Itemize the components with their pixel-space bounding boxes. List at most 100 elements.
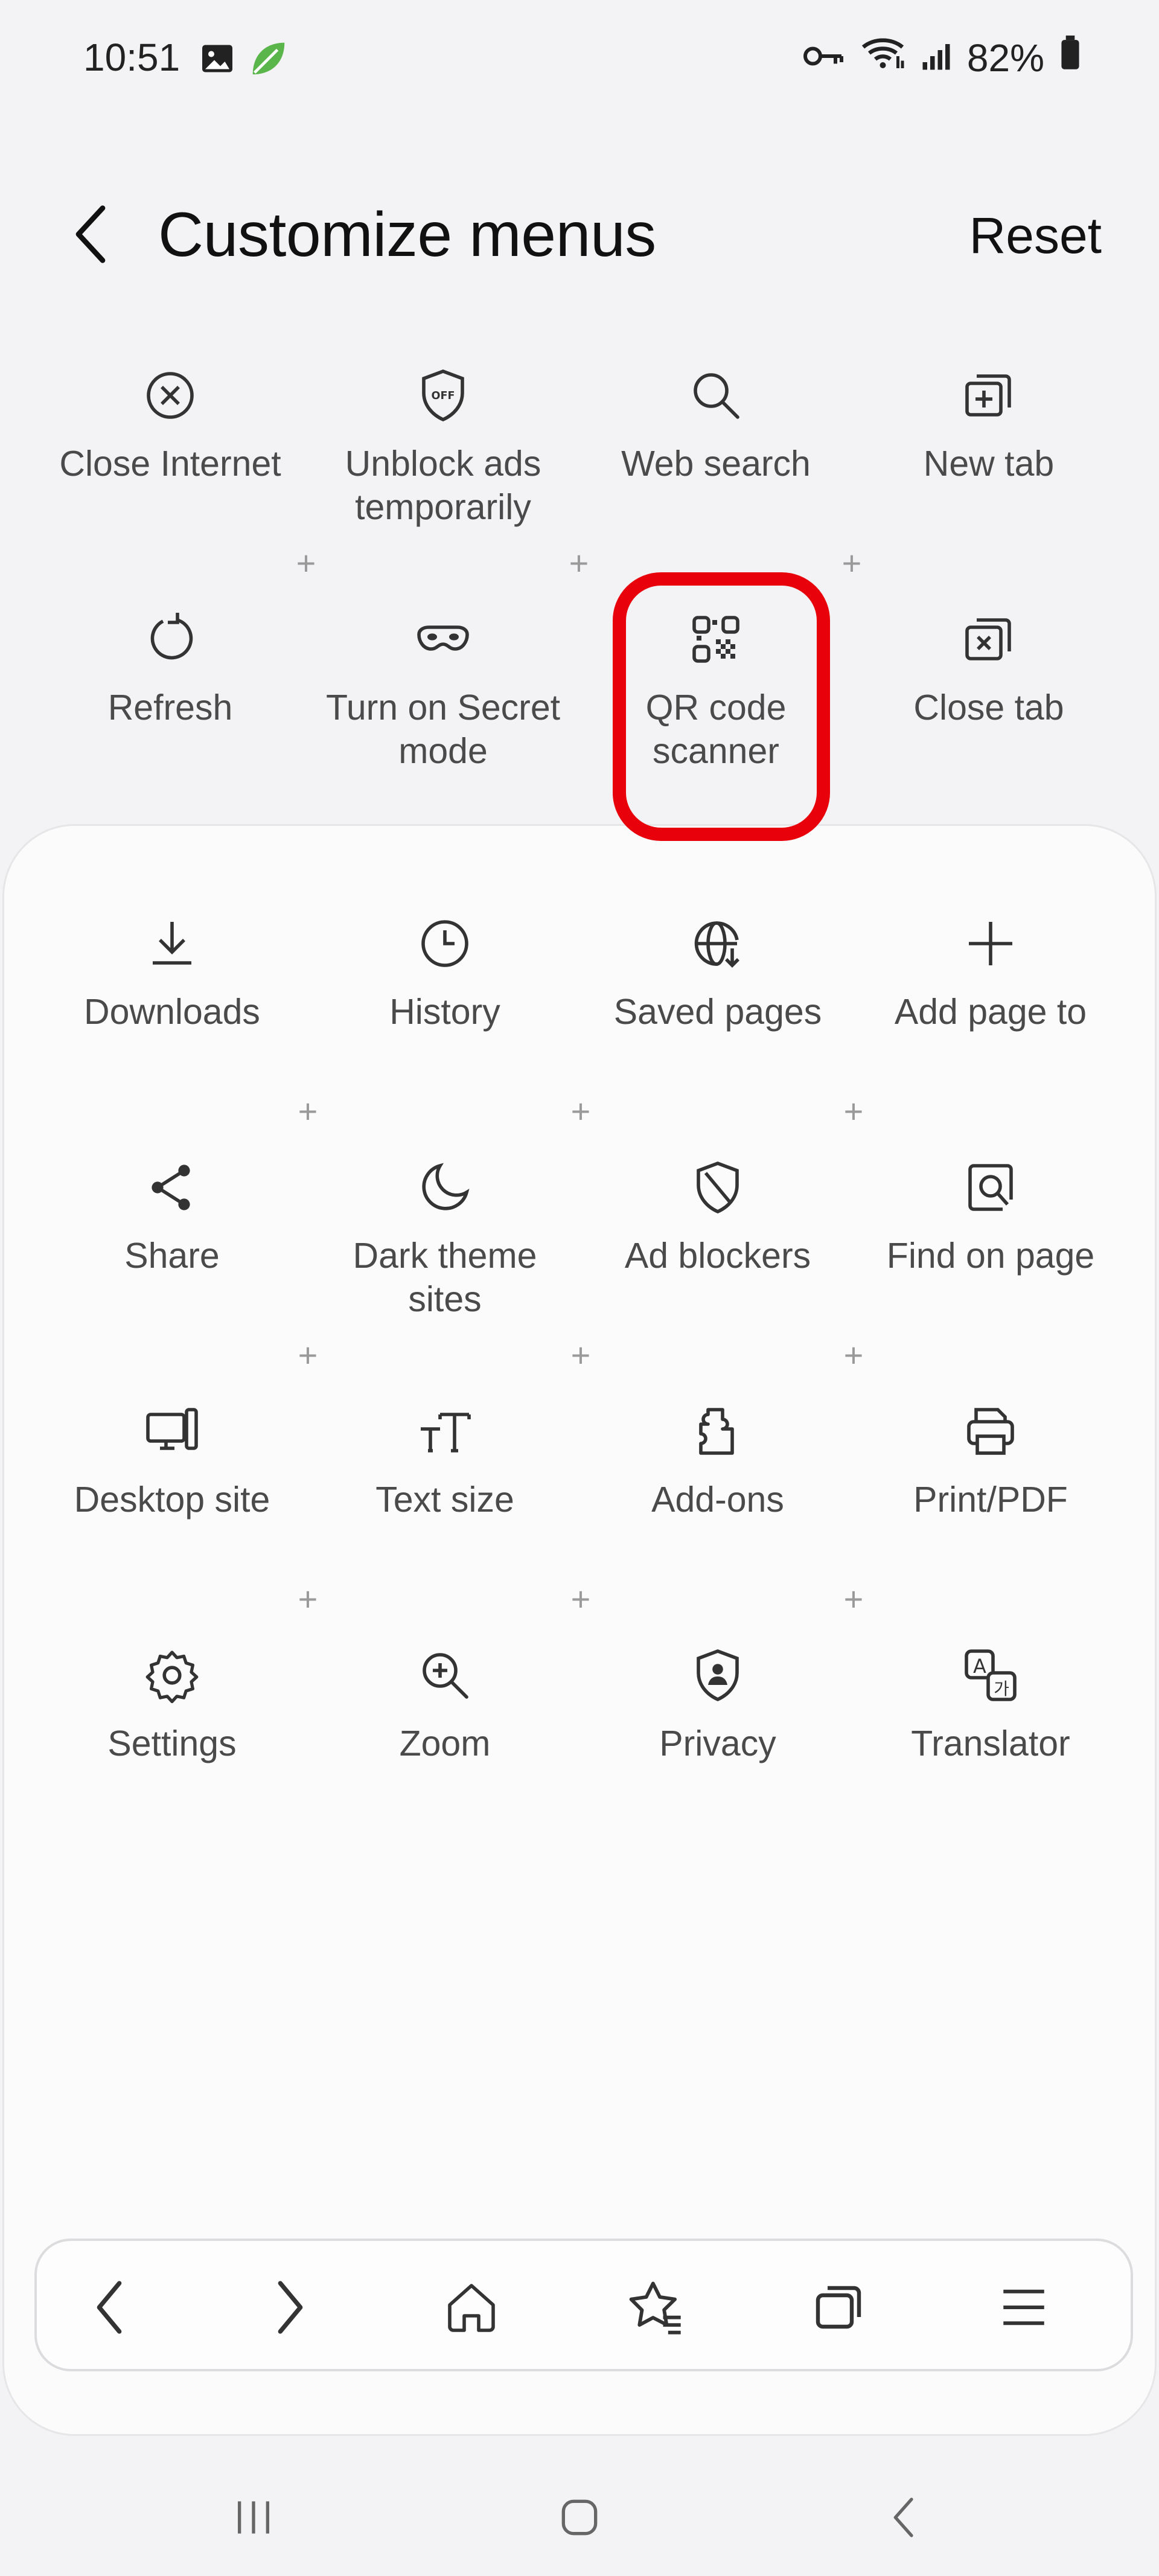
- zoom-in-icon: [423, 1653, 468, 1699]
- item-find-on-page[interactable]: Find on page: [854, 1154, 1127, 1384]
- back-button[interactable]: [60, 204, 121, 264]
- item-history[interactable]: History: [308, 910, 581, 1140]
- item-zoom[interactable]: Zoom: [308, 1642, 581, 1871]
- home-nav-icon: [561, 2499, 598, 2536]
- new-tab-icon: [965, 374, 1011, 417]
- item-label: Privacy: [659, 1724, 776, 1763]
- printer-icon: [967, 1408, 1014, 1455]
- bottom-toolbar-preview: [34, 2239, 1133, 2371]
- item-label: Add page to: [894, 992, 1087, 1032]
- privacy-shield-icon: [697, 1649, 739, 1702]
- item-label: Ad blockers: [624, 1236, 811, 1276]
- desktop-icon: [146, 1408, 198, 1450]
- item-privacy[interactable]: Privacy: [581, 1642, 854, 1871]
- insert-point: +: [843, 1336, 864, 1374]
- battery-icon: [1060, 35, 1081, 80]
- item-dark-theme-sites[interactable]: Dark theme sites: [308, 1154, 581, 1384]
- leaf-icon: [247, 37, 290, 83]
- toolbar-menu-button[interactable]: [982, 2265, 1066, 2350]
- toolbar-bookmarks-button[interactable]: [613, 2265, 698, 2350]
- toolbar-back-button[interactable]: [67, 2265, 152, 2350]
- menu-item-close-internet[interactable]: Close Internet: [34, 362, 307, 592]
- item-ad-blockers[interactable]: Ad blockers: [581, 1154, 854, 1384]
- back-nav-button[interactable]: [869, 2481, 942, 2554]
- item-translator[interactable]: A가 Translator: [854, 1642, 1127, 1871]
- menu-item-label: Unblock ads temporarily: [345, 444, 541, 527]
- gear-icon: [145, 1651, 199, 1704]
- menu-item-web-search[interactable]: Web search: [580, 362, 852, 592]
- menu-item-label: Close Internet: [59, 444, 281, 484]
- mask-icon: [417, 625, 469, 651]
- wifi-icon: [860, 35, 905, 80]
- insert-point: +: [570, 1580, 591, 1618]
- insert-point: +: [570, 1336, 591, 1374]
- battery-text: 82%: [966, 36, 1044, 80]
- home-nav-button[interactable]: [543, 2481, 616, 2554]
- svg-text:OFF: OFF: [432, 390, 455, 402]
- menu-item-refresh[interactable]: Refresh: [34, 606, 307, 836]
- item-label: Downloads: [84, 992, 260, 1032]
- item-downloads[interactable]: Downloads: [36, 910, 308, 1140]
- item-label: Share: [124, 1236, 220, 1276]
- chevron-left-icon: [75, 205, 106, 263]
- menu-item-label: New tab: [923, 444, 1055, 484]
- insert-point: +: [296, 544, 316, 582]
- home-icon: [448, 2284, 495, 2332]
- shield-slash-icon: [697, 1162, 739, 1214]
- menu-item-secret-mode[interactable]: Turn on Secret mode: [307, 606, 580, 836]
- recents-icon: [238, 2501, 269, 2534]
- item-print-pdf[interactable]: Print/PDF: [854, 1398, 1127, 1628]
- item-text-size[interactable]: Text size: [308, 1398, 581, 1628]
- qr-scanner-highlight: [613, 572, 830, 841]
- insert-point: +: [298, 1092, 318, 1130]
- item-settings[interactable]: Settings: [36, 1642, 308, 1871]
- system-nav-bar: [0, 2445, 1159, 2576]
- close-circle-icon: [147, 372, 194, 419]
- forward-arrow-icon: [278, 2281, 303, 2334]
- menu-item-label: Turn on Secret mode: [325, 688, 561, 771]
- item-add-ons[interactable]: Add-ons: [581, 1398, 854, 1628]
- status-bar: 10:51 82%: [0, 0, 1159, 115]
- moon-icon: [422, 1163, 470, 1210]
- svg-text:가: 가: [994, 1679, 1009, 1699]
- insert-point: +: [569, 544, 589, 582]
- tabs-icon: [816, 2286, 861, 2329]
- download-icon: [153, 922, 191, 965]
- menu-item-unblock-ads[interactable]: OFF Unblock ads temporarily: [307, 362, 580, 592]
- item-label: History: [389, 992, 500, 1032]
- item-label: Zoom: [399, 1724, 491, 1763]
- close-tab-icon: [965, 618, 1011, 660]
- item-desktop-site[interactable]: Desktop site: [36, 1398, 308, 1628]
- insert-point: +: [843, 1580, 864, 1618]
- menu-item-close-tab[interactable]: Close tab: [852, 606, 1125, 836]
- share-icon: [152, 1165, 190, 1210]
- toolbar-forward-button[interactable]: [248, 2265, 333, 2350]
- status-time: 10:51: [83, 36, 180, 79]
- item-share[interactable]: Share: [36, 1154, 308, 1384]
- item-label: Translator: [911, 1724, 1070, 1763]
- item-label: Add-ons: [651, 1480, 784, 1520]
- item-label: Dark theme sites: [353, 1236, 537, 1319]
- recents-button[interactable]: [217, 2481, 290, 2554]
- back-nav-icon: [893, 2498, 913, 2537]
- item-label: Saved pages: [613, 992, 822, 1032]
- reset-button[interactable]: Reset: [969, 206, 1102, 265]
- insert-point: +: [841, 544, 862, 582]
- menu-item-new-tab[interactable]: New tab: [852, 362, 1125, 592]
- item-add-page-to[interactable]: Add page to: [854, 910, 1127, 1140]
- puzzle-icon: [699, 1408, 734, 1455]
- header: Customize menus Reset: [0, 181, 1159, 290]
- toolbar-home-button[interactable]: [429, 2265, 514, 2350]
- insert-point: +: [570, 1092, 591, 1130]
- refresh-icon: [150, 613, 193, 660]
- translate-icon: A가: [965, 1649, 1017, 1701]
- insert-point: +: [298, 1580, 318, 1618]
- key-icon: [802, 36, 845, 80]
- item-saved-pages[interactable]: Saved pages: [581, 910, 854, 1140]
- signal-icon: [921, 36, 951, 80]
- toolbar-tabs-button[interactable]: [797, 2265, 882, 2350]
- page-title: Customize menus: [158, 200, 656, 270]
- available-items-panel: Downloads History Saved pages Add page t…: [2, 824, 1157, 2436]
- item-label: Settings: [107, 1724, 237, 1763]
- item-label: Find on page: [886, 1236, 1095, 1276]
